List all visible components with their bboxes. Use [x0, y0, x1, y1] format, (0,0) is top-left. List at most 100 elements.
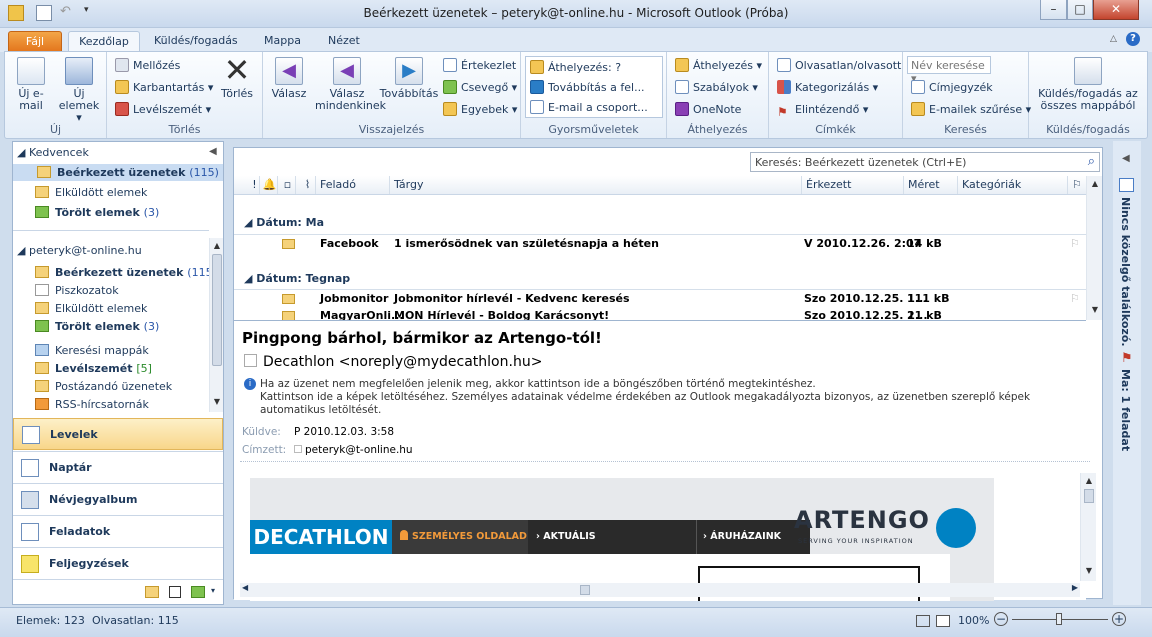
group-yesterday[interactable]: ◢ Dátum: Tegnap: [244, 272, 350, 285]
attachment-column-icon[interactable]: ⌇: [300, 176, 316, 194]
search-icon[interactable]: ⌕: [1088, 154, 1095, 169]
tab-home[interactable]: Kezdőlap: [68, 31, 140, 52]
rules-button[interactable]: Szabályok ▾: [675, 78, 758, 97]
reading-scrollbar[interactable]: ▲ ▼: [1080, 473, 1096, 581]
folder-sent[interactable]: Elküldött elemek: [35, 300, 147, 317]
zoom-level[interactable]: 100%: [958, 614, 989, 627]
module-calendar[interactable]: Naptár: [13, 451, 223, 483]
move-button[interactable]: Áthelyezés ▾: [675, 56, 762, 75]
flag-icon[interactable]: ⚐: [1070, 290, 1080, 308]
calendar-small-icon[interactable]: [1119, 178, 1134, 192]
ignore-button[interactable]: Mellőzés: [115, 56, 180, 75]
expand-todo-icon[interactable]: ◀: [1122, 153, 1130, 164]
junk-button[interactable]: Levélszemét ▾: [115, 100, 211, 119]
search-box[interactable]: Keresés: Beérkezett üzenetek (Ctrl+E) ⌕: [750, 152, 1100, 172]
column-received[interactable]: Érkezett: [802, 176, 904, 194]
scroll-up-icon[interactable]: ▲: [1083, 475, 1095, 487]
reading-scroll-thumb[interactable]: [1084, 489, 1094, 503]
mail-row[interactable]: MagyarOnli... MON Hírlevél - Boldog Kará…: [234, 307, 1086, 320]
folder-junk[interactable]: Levélszemét [5]: [35, 360, 152, 377]
no-appointments-text[interactable]: Nincs közelgő találkozó.: [1119, 197, 1132, 347]
help-icon[interactable]: ?: [1126, 32, 1140, 46]
folder-rss[interactable]: RSS-hírcsatornák: [35, 396, 149, 413]
mail-row[interactable]: Jobmonitor Jobmonitor hírlevél - Kedvenc…: [234, 289, 1086, 307]
filter-email-button[interactable]: E-mailek szűrése ▾: [911, 100, 1031, 119]
favorites-header[interactable]: ◢ Kedvencek: [17, 146, 89, 159]
im-button[interactable]: Csevegő ▾: [443, 78, 517, 97]
scroll-right-icon[interactable]: ▶: [1072, 583, 1078, 592]
scroll-down-icon[interactable]: ▼: [1089, 304, 1101, 316]
folder-list-icon[interactable]: [145, 586, 159, 598]
ribbon-minimize-icon[interactable]: △: [1110, 34, 1117, 44]
addressbook-button[interactable]: Címjegyzék: [911, 78, 993, 97]
account-header[interactable]: ◢ peteryk@t-online.hu: [17, 244, 142, 257]
nav-scroll-thumb[interactable]: [212, 254, 222, 366]
tasks-text[interactable]: Ma: 1 feladat: [1119, 369, 1132, 451]
tab-folder[interactable]: Mappa: [254, 31, 311, 52]
module-mail[interactable]: Levelek: [13, 418, 223, 450]
column-subject[interactable]: Tárgy: [390, 176, 802, 194]
categorize-button[interactable]: Kategorizálás ▾: [777, 78, 878, 97]
quickstep-forward[interactable]: Továbbítás a fel...: [530, 78, 645, 97]
folder-outbox[interactable]: Postázandó üzenetek: [35, 378, 172, 395]
column-from[interactable]: Feladó: [316, 176, 390, 194]
zoom-slider-thumb[interactable]: [1056, 613, 1062, 625]
maximize-button[interactable]: □: [1067, 0, 1093, 20]
module-contacts[interactable]: Névjegyalbum: [13, 483, 223, 515]
quickstep-team-email[interactable]: E-mail a csoport...: [530, 98, 648, 117]
reply-button[interactable]: ◀ Válasz: [267, 57, 311, 100]
unread-read-button[interactable]: Olvasatlan/olvasott: [777, 56, 901, 75]
tab-send-receive[interactable]: Küldés/fogadás: [144, 31, 248, 52]
scroll-up-icon[interactable]: ▲: [211, 240, 223, 252]
collapse-nav-icon[interactable]: ◀: [209, 146, 217, 157]
quickstep-move[interactable]: Áthelyezés: ?: [530, 58, 621, 77]
search-people-input[interactable]: Név keresése ▾: [907, 56, 991, 85]
more-respond-button[interactable]: Egyebek ▾: [443, 100, 517, 119]
flag-column-icon[interactable]: ⚐: [1068, 176, 1086, 194]
tab-file[interactable]: Fájl: [8, 31, 62, 52]
tab-view[interactable]: Nézet: [318, 31, 370, 52]
onenote-button[interactable]: OneNote: [675, 100, 741, 119]
banner-link-personal[interactable]: SZEMÉLYES OLDALAD: [392, 520, 528, 554]
normal-view-icon[interactable]: [916, 615, 930, 627]
column-size[interactable]: Méret: [904, 176, 958, 194]
importance-column-icon[interactable]: !: [250, 176, 260, 194]
folder-inbox[interactable]: Beérkezett üzenetek (115): [35, 264, 217, 281]
banner-link-jobs[interactable]: › AKTUÁLIS ÁLLÁSAJÁNLATAINK: [530, 520, 694, 576]
module-notes[interactable]: Feljegyzések: [13, 547, 223, 579]
scroll-down-icon[interactable]: ▼: [211, 396, 223, 408]
favorite-sent[interactable]: Elküldött elemek: [35, 184, 147, 201]
banner-link-stores[interactable]: › ÁRUHÁZAINK: [696, 520, 796, 554]
infobar-text[interactable]: Ha az üzenet nem megfelelően jelenik meg…: [260, 378, 1090, 417]
message-sender[interactable]: Decathlon <noreply@mydecathlon.hu>: [244, 354, 542, 370]
scroll-up-icon[interactable]: ▲: [1089, 178, 1101, 190]
configure-buttons-icon[interactable]: ▾: [211, 586, 215, 595]
folder-search[interactable]: Keresési mappák: [35, 342, 149, 359]
cleanup-button[interactable]: Karbantartás ▾: [115, 78, 213, 97]
send-receive-all-button[interactable]: Küldés/fogadás az összes mappából: [1035, 57, 1141, 112]
scroll-left-icon[interactable]: ◀: [242, 583, 248, 592]
folder-drafts[interactable]: Piszkozatok: [35, 282, 119, 299]
to-value[interactable]: peteryk@t-online.hu: [294, 444, 413, 456]
journal-icon[interactable]: [191, 586, 205, 598]
followup-button[interactable]: ⚑ Elintézendő ▾: [777, 100, 868, 119]
reply-all-button[interactable]: ◀ Válasz mindenkinek: [315, 57, 386, 112]
folder-deleted[interactable]: Törölt elemek (3): [35, 318, 159, 335]
favorite-deleted[interactable]: Törölt elemek (3): [35, 204, 159, 221]
shortcuts-icon[interactable]: [169, 586, 181, 598]
column-categories[interactable]: Kategóriák: [958, 176, 1068, 194]
zoom-out-icon[interactable]: −: [994, 612, 1008, 626]
module-tasks[interactable]: Feladatok: [13, 515, 223, 547]
decathlon-logo[interactable]: DECATHLON: [250, 520, 392, 554]
list-scrollbar[interactable]: ▲ ▼: [1086, 176, 1102, 320]
forward-button[interactable]: ▶ Továbbítás: [379, 57, 439, 100]
favorite-inbox[interactable]: Beérkezett üzenetek (115): [13, 164, 223, 181]
reminder-column-icon[interactable]: 🔔: [262, 176, 278, 194]
artengo-logo[interactable]: ARTENGO: [794, 506, 930, 534]
meeting-button[interactable]: Értekezlet: [443, 56, 516, 75]
hscroll-thumb[interactable]: [580, 585, 590, 595]
icon-column-icon[interactable]: ▫: [280, 176, 296, 194]
nav-scrollbar[interactable]: ▲ ▼: [209, 238, 223, 412]
zoom-in-icon[interactable]: +: [1112, 612, 1126, 626]
reading-view-icon[interactable]: [936, 615, 950, 627]
